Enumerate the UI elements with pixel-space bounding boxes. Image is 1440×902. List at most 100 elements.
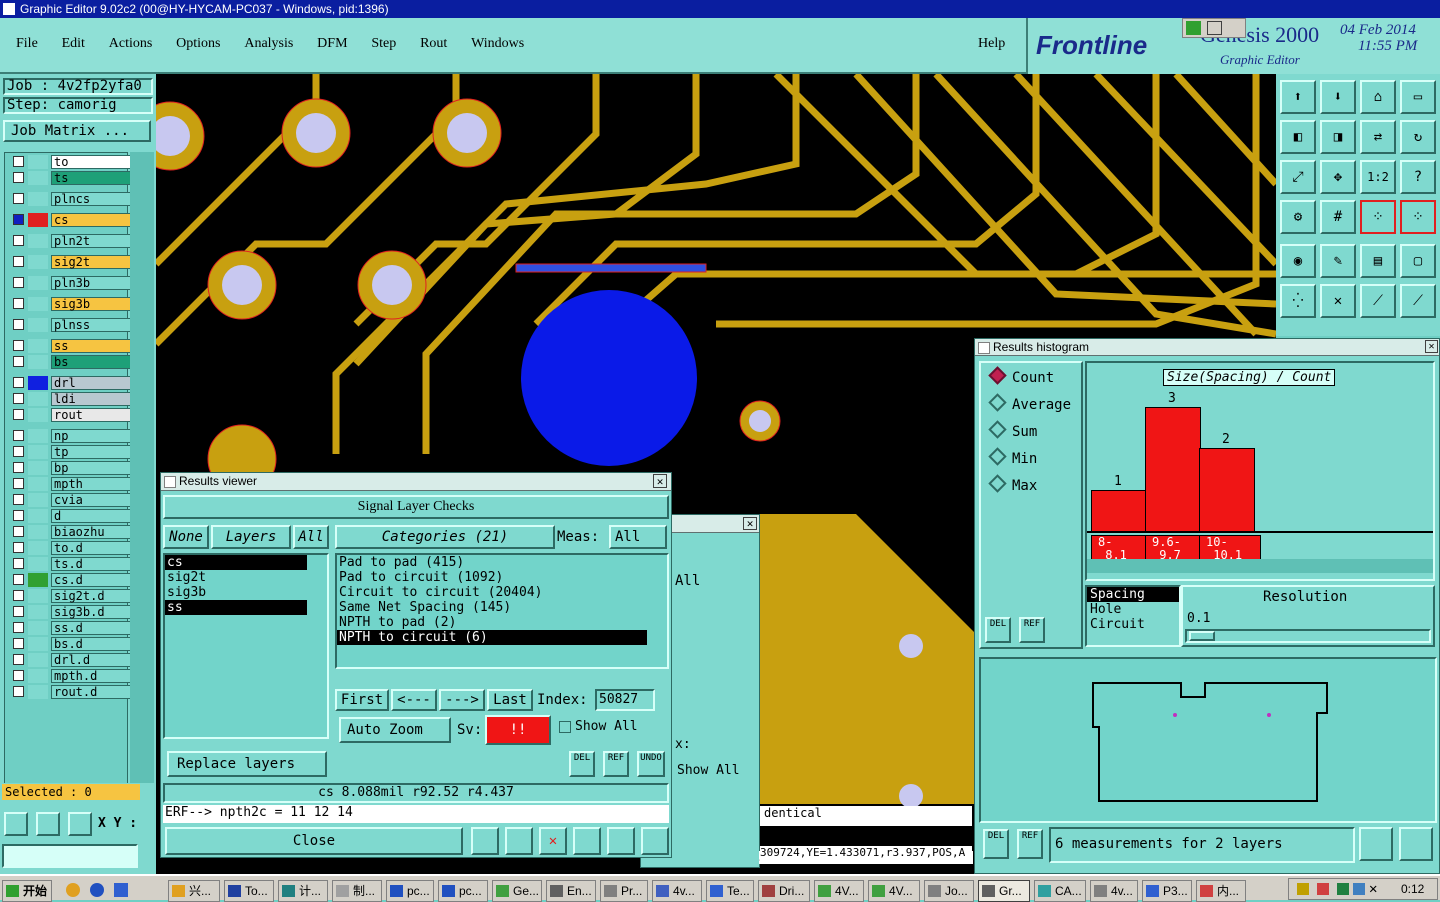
layer-checkbox[interactable]: [13, 235, 24, 246]
layer-checkbox[interactable]: [13, 686, 24, 697]
taskbar-item[interactable]: P3...: [1142, 880, 1192, 902]
layer-color-swatch[interactable]: [28, 234, 48, 248]
list-item[interactable]: sig2t: [165, 570, 327, 585]
menu-step[interactable]: Step: [371, 36, 396, 51]
layer-color-swatch[interactable]: [28, 605, 48, 619]
type-list[interactable]: Spacing Hole Circuit: [1085, 585, 1181, 647]
layer-checkbox[interactable]: [13, 298, 24, 309]
cross-icon[interactable]: ✕: [1320, 284, 1356, 318]
layer-name[interactable]: bs.d: [51, 637, 135, 651]
list-item[interactable]: Hole: [1087, 602, 1179, 617]
add-pad-icon[interactable]: ◉: [1280, 244, 1316, 278]
taskbar-item[interactable]: 4v...: [1090, 880, 1138, 902]
menu-analysis[interactable]: Analysis: [244, 36, 293, 51]
layer-name[interactable]: ss: [51, 339, 135, 353]
route-icon[interactable]: ⟋: [1400, 284, 1436, 318]
layer-color-swatch[interactable]: [28, 392, 48, 406]
window-icon[interactable]: ▭: [1400, 80, 1436, 114]
layer-name[interactable]: cvia: [51, 493, 135, 507]
layer-row-ts[interactable]: ts: [13, 171, 135, 185]
layer-name[interactable]: mpth.d: [51, 669, 135, 683]
layer-checkbox[interactable]: [13, 574, 24, 585]
all-button[interactable]: All: [293, 525, 329, 549]
pan-right-icon[interactable]: ◨: [1320, 120, 1356, 154]
taskbar-item[interactable]: Pr...: [600, 880, 648, 902]
menu-actions[interactable]: Actions: [109, 36, 153, 51]
taskbar-item[interactable]: Dri...: [758, 880, 810, 902]
layer-checkbox[interactable]: [13, 156, 24, 167]
layer-name[interactable]: pln3b: [51, 276, 135, 290]
layer-color-swatch[interactable]: [28, 509, 48, 523]
frame-icon[interactable]: ▢: [1400, 244, 1436, 278]
layer-row-biaozhu[interactable]: biaozhu: [13, 525, 135, 539]
layer-name[interactable]: to.d: [51, 541, 135, 555]
layer-checkbox[interactable]: [13, 172, 24, 183]
histogram-bar[interactable]: [1145, 407, 1201, 533]
layer-name[interactable]: cs.d: [51, 573, 135, 587]
taskbar-item[interactable]: 内...: [1196, 880, 1246, 902]
histogram-icon[interactable]: [641, 827, 669, 855]
layer-checkbox[interactable]: [13, 430, 24, 441]
layer-color-swatch[interactable]: [28, 408, 48, 422]
menu-rout[interactable]: Rout: [420, 36, 447, 51]
clear-icon[interactable]: ✕: [539, 827, 567, 855]
layer-checkbox[interactable]: [13, 542, 24, 553]
layer-row-np[interactable]: np: [13, 429, 135, 443]
layer-row-to-d[interactable]: to.d: [13, 541, 135, 555]
layer-checkbox[interactable]: [13, 526, 24, 537]
layer-checkbox[interactable]: [13, 256, 24, 267]
layer-name[interactable]: rout: [51, 408, 135, 422]
meas-dropdown[interactable]: All: [675, 573, 700, 589]
layer-color-swatch[interactable]: [28, 213, 48, 227]
layer-name[interactable]: sig3b.d: [51, 605, 135, 619]
measure-icon[interactable]: [36, 812, 60, 836]
redraw-icon[interactable]: ↻: [1400, 120, 1436, 154]
scale-1-2-icon[interactable]: 1:2: [1360, 160, 1396, 194]
layer-color-swatch[interactable]: [28, 276, 48, 290]
layer-row-mpth[interactable]: mpth: [13, 477, 135, 491]
auto-zoom-dropdown[interactable]: Auto Zoom: [339, 717, 451, 743]
layer-color-swatch[interactable]: [28, 621, 48, 635]
menu-windows[interactable]: Windows: [471, 36, 524, 51]
layer-name[interactable]: np: [51, 429, 135, 443]
close-button[interactable]: Close: [165, 827, 463, 855]
list-item[interactable]: NPTH to pad (2): [337, 615, 667, 630]
tray-icon[interactable]: [1317, 883, 1329, 895]
layer-name[interactable]: ts: [51, 171, 135, 185]
layer-row-drl-d[interactable]: drl.d: [13, 653, 135, 667]
layer-checkbox[interactable]: [13, 638, 24, 649]
browser-icon[interactable]: [90, 883, 104, 897]
layer-name[interactable]: cs: [51, 213, 135, 227]
layer-checkbox[interactable]: [13, 409, 24, 420]
layer-checkbox[interactable]: [13, 393, 24, 404]
taskbar-item[interactable]: CA...: [1034, 880, 1086, 902]
list-icon[interactable]: [573, 827, 601, 855]
layer-checkbox[interactable]: [13, 590, 24, 601]
tray-icon[interactable]: [1337, 883, 1349, 895]
layer-row-sig2t[interactable]: sig2t: [13, 255, 135, 269]
net-select-icon[interactable]: ⁘: [1360, 200, 1396, 234]
list-item[interactable]: Circuit: [1087, 617, 1179, 632]
tray-icon[interactable]: [1353, 883, 1365, 895]
taskbar-item[interactable]: 计...: [278, 880, 328, 902]
settings-icon[interactable]: ⚙: [1280, 200, 1316, 234]
ref-button[interactable]: REF: [1017, 829, 1043, 859]
histogram-scrollbar[interactable]: [1087, 559, 1433, 573]
layer-name[interactable]: pln2t: [51, 234, 135, 248]
layer-color-swatch[interactable]: [28, 297, 48, 311]
connect-icon[interactable]: ⁛: [1280, 284, 1316, 318]
pan-down-icon[interactable]: ⬇: [1320, 80, 1356, 114]
layer-color-swatch[interactable]: [28, 318, 48, 332]
layer-row-bp[interactable]: bp: [13, 461, 135, 475]
layer-row-ldi[interactable]: ldi: [13, 392, 135, 406]
layer-row-pln2t[interactable]: pln2t: [13, 234, 135, 248]
layer-row-plncs[interactable]: plncs: [13, 192, 135, 206]
ref-button[interactable]: REF: [1019, 617, 1045, 643]
report-icon[interactable]: [505, 827, 533, 855]
categories-button[interactable]: Categories (21): [335, 525, 555, 549]
layer-row-sig3b-d[interactable]: sig3b.d: [13, 605, 135, 619]
list-item[interactable]: Circuit to circuit (20404): [337, 585, 667, 600]
line-icon[interactable]: ⟋: [1360, 284, 1396, 318]
layer-row-bs[interactable]: bs: [13, 355, 135, 369]
list-item[interactable]: ss: [165, 600, 307, 615]
